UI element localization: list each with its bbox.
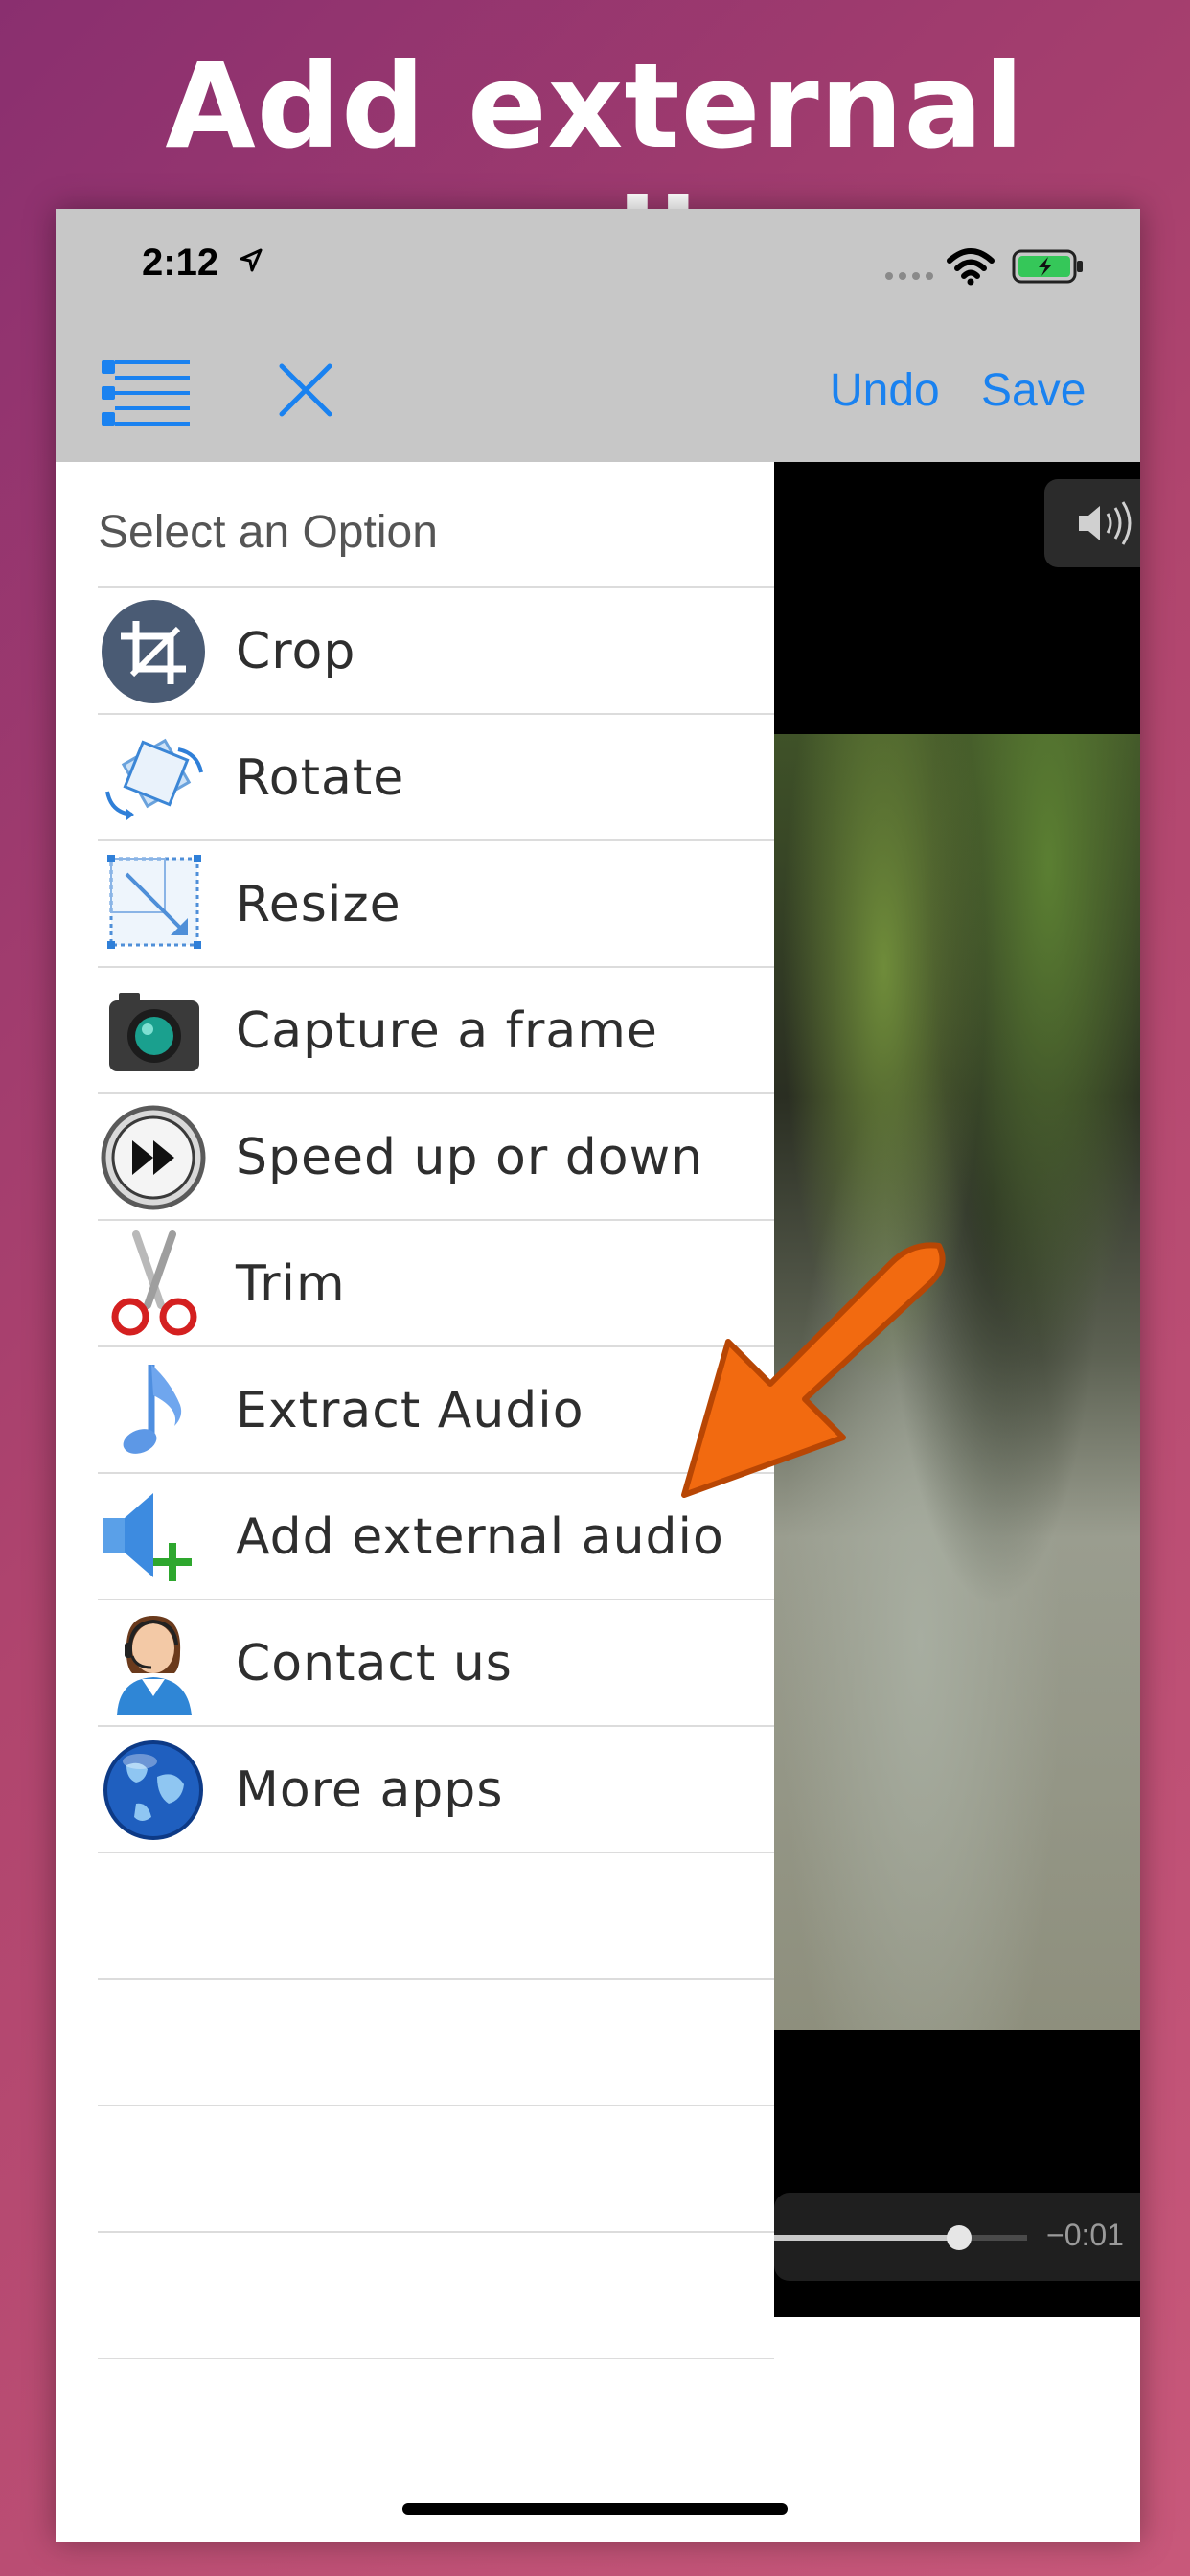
scrubber-track-played: [774, 2235, 960, 2241]
menu-item-label: Capture a frame: [236, 1002, 658, 1060]
navigation-bar: Undo Save: [56, 324, 1140, 462]
close-icon[interactable]: [274, 358, 337, 422]
callout-arrow-icon: [681, 1242, 946, 1498]
fast-forward-icon: [101, 1105, 206, 1210]
menu-item-capture-frame[interactable]: Capture a frame: [98, 966, 774, 1094]
rotate-icon: [105, 738, 203, 820]
speaker-add-icon: [103, 1493, 192, 1581]
wifi-icon: [947, 248, 995, 286]
camera-icon: [109, 993, 199, 1071]
menu-item-more-apps[interactable]: More apps: [98, 1725, 774, 1853]
empty-row: [98, 1852, 774, 1980]
menu-item-contact-us[interactable]: Contact us: [98, 1598, 774, 1727]
menu-item-resize[interactable]: Resize: [98, 840, 774, 968]
playback-scrubber: −0:01: [774, 2193, 1140, 2281]
menu-item-label: More apps: [236, 1761, 504, 1819]
empty-row: [98, 2231, 774, 2359]
resize-icon: [107, 855, 201, 949]
support-agent-icon: [117, 1616, 192, 1715]
phone-screen: 2:12 Undo Save −0:01 Select an Option Cr…: [56, 209, 1140, 2542]
music-note-icon: [123, 1365, 182, 1454]
crop-icon: [102, 600, 205, 703]
undo-button[interactable]: Undo: [830, 364, 940, 417]
empty-row: [98, 2358, 774, 2486]
globe-icon: [103, 1740, 203, 1840]
menu-item-rotate[interactable]: Rotate: [98, 713, 774, 841]
save-button[interactable]: Save: [981, 364, 1086, 417]
menu-header: Select an Option: [98, 507, 438, 558]
status-time: 2:12: [142, 242, 219, 284]
menu-item-crop[interactable]: Crop: [98, 586, 774, 715]
empty-row: [98, 1978, 774, 2106]
speaker-volume-icon: [1079, 501, 1132, 545]
menu-item-label: Extract Audio: [236, 1382, 584, 1439]
menu-item-label: Speed up or down: [236, 1129, 704, 1186]
status-bar: 2:12: [56, 209, 1140, 324]
menu-item-label: Crop: [236, 623, 356, 680]
volume-button[interactable]: [1044, 479, 1140, 567]
battery-icon: [1012, 249, 1083, 284]
menu-item-label: Add external audio: [236, 1508, 724, 1566]
empty-row: [98, 2104, 774, 2233]
menu-item-label: Trim: [236, 1255, 346, 1313]
location-arrow-icon: [240, 248, 263, 272]
remaining-time: −0:01: [1046, 2218, 1124, 2252]
scissors-icon: [111, 1230, 197, 1336]
list-menu-icon[interactable]: [100, 356, 192, 429]
menu-item-speed[interactable]: Speed up or down: [98, 1092, 774, 1221]
menu-item-label: Rotate: [236, 749, 405, 807]
scrubber-knob[interactable]: [947, 2225, 972, 2250]
menu-item-label: Contact us: [236, 1635, 513, 1692]
home-indicator: [402, 2503, 788, 2515]
menu-item-label: Resize: [236, 876, 401, 933]
cellular-signal-icon: [885, 272, 933, 280]
